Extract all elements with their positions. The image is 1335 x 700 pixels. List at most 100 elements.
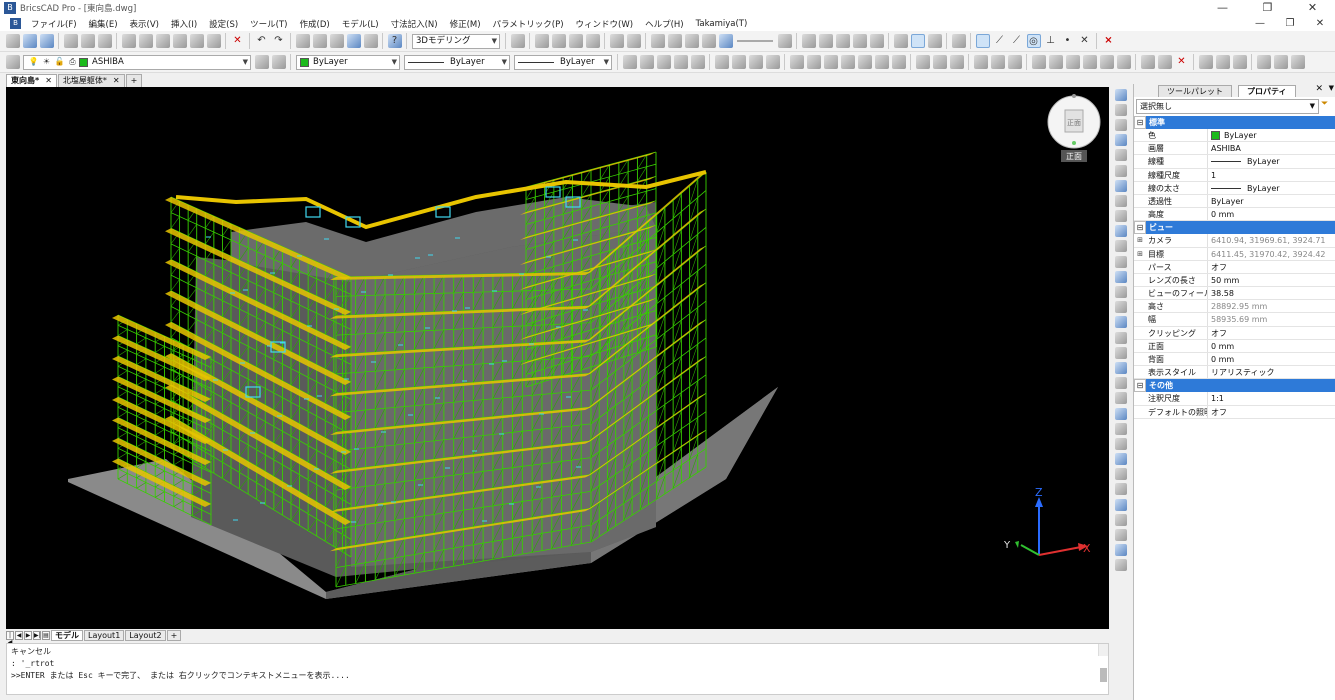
copy-icon[interactable]: [1114, 103, 1127, 116]
close-icon[interactable]: ✕: [1315, 84, 1323, 94]
wipeout-icon[interactable]: [1114, 453, 1127, 466]
copy-faces-icon[interactable]: [1157, 55, 1172, 69]
layer-manager-icon[interactable]: [5, 55, 20, 69]
menu-draw[interactable]: 作成(D): [294, 18, 336, 30]
new-icon[interactable]: [5, 34, 20, 48]
property-value[interactable]: オフ: [1208, 327, 1335, 339]
brush-icon[interactable]: [189, 34, 204, 48]
delete-icon[interactable]: ✕: [231, 34, 245, 48]
light-icon[interactable]: [893, 34, 908, 48]
pan-icon[interactable]: [609, 34, 624, 48]
fillet-icon[interactable]: [1065, 55, 1080, 69]
menu-dimension[interactable]: 寸法記入(N): [385, 18, 444, 30]
revcloud-icon[interactable]: [1114, 468, 1127, 481]
minimize-button[interactable]: —: [1200, 0, 1245, 16]
material-icon[interactable]: [927, 34, 942, 48]
cone-icon[interactable]: [656, 55, 671, 69]
close-icon[interactable]: ✕: [113, 75, 120, 87]
menu-window[interactable]: ウィンドウ(W): [570, 18, 640, 30]
boundary-icon[interactable]: [1114, 422, 1127, 435]
print-preview-icon[interactable]: [80, 34, 95, 48]
bim-icon[interactable]: [1256, 55, 1271, 69]
property-row[interactable]: デフォルトの照明 オフ: [1134, 405, 1335, 419]
entity-snap-icon[interactable]: [975, 34, 990, 48]
edit-polyline-icon[interactable]: [1114, 316, 1127, 329]
list-icon[interactable]: [1114, 544, 1127, 557]
slider-handle-icon[interactable]: [718, 34, 733, 48]
divide-icon[interactable]: [1114, 377, 1127, 390]
tab-tool-palette[interactable]: ツールパレット: [1158, 85, 1232, 97]
menu-settings[interactable]: 設定(S): [203, 18, 244, 30]
doc-restore-button[interactable]: ❐: [1275, 16, 1305, 31]
doc-tab[interactable]: 北塩屋躯体* ✕: [57, 74, 125, 87]
property-row[interactable]: 線の太さ ByLayer: [1134, 181, 1335, 195]
property-row[interactable]: 高さ 28892.95 mm: [1134, 300, 1335, 314]
move-icon[interactable]: [1114, 88, 1127, 101]
region-icon[interactable]: [1114, 437, 1127, 450]
property-row[interactable]: 高度 0 mm: [1134, 208, 1335, 222]
subtract-icon[interactable]: [806, 55, 821, 69]
rotate-icon[interactable]: [1114, 118, 1127, 131]
zoom-out-icon[interactable]: [585, 34, 600, 48]
close-button[interactable]: ✕: [1290, 0, 1335, 16]
property-row[interactable]: クリッピング オフ: [1134, 326, 1335, 340]
cylinder-icon[interactable]: [690, 55, 705, 69]
command-prompt[interactable]: >>ENTER または Esc キーで完了、 または 右クリックでコンテキストメ…: [11, 670, 1104, 682]
open-icon[interactable]: [22, 34, 37, 48]
snap-node-icon[interactable]: •: [1061, 34, 1075, 48]
expand-icon[interactable]: ⊞: [1134, 248, 1146, 260]
mirror-icon[interactable]: [1007, 55, 1022, 69]
property-row[interactable]: 注釈尺度 1:1: [1134, 392, 1335, 406]
paste-icon[interactable]: [155, 34, 170, 48]
shade-icon[interactable]: [818, 34, 833, 48]
scale-icon[interactable]: [1114, 134, 1127, 147]
save-icon[interactable]: [39, 34, 54, 48]
redo-icon[interactable]: ↷: [272, 34, 286, 48]
command-scrollbar[interactable]: [1098, 644, 1108, 682]
box-icon[interactable]: [622, 55, 637, 69]
first-tab-icon[interactable]: |◀: [6, 630, 14, 646]
selection-select[interactable]: 選択無し ▼: [1136, 99, 1319, 114]
snap-endpoint-icon[interactable]: ⟋: [993, 34, 1007, 48]
maximize-button[interactable]: ❐: [1245, 0, 1290, 16]
extrude-icon[interactable]: [891, 55, 906, 69]
extend-icon[interactable]: [1114, 225, 1127, 238]
property-value[interactable]: 28892.95 mm: [1208, 300, 1335, 312]
snap-intersection-icon[interactable]: ✕: [1078, 34, 1092, 48]
help-icon[interactable]: ?: [387, 34, 402, 48]
property-value[interactable]: リアリスティック: [1208, 366, 1335, 378]
classify-icon[interactable]: [1273, 55, 1288, 69]
delete-faces-icon[interactable]: ✕: [1175, 55, 1189, 69]
drawing-viewport[interactable]: 正面 正面 Z X Y: [6, 87, 1109, 629]
lineweight-select[interactable]: ByLayer ▼: [514, 54, 612, 70]
property-value[interactable]: 6410.94, 31969.61, 3924.71: [1208, 234, 1335, 246]
sphere-icon[interactable]: [714, 55, 729, 69]
tab-model[interactable]: モデル: [51, 629, 83, 641]
slice-icon[interactable]: [857, 55, 872, 69]
filter-icon[interactable]: ⏷: [1321, 99, 1332, 110]
linetype-select[interactable]: ByLayer ▼: [404, 54, 510, 70]
scroll-thumb[interactable]: [1100, 668, 1107, 682]
regen-icon[interactable]: [510, 34, 525, 48]
copy-icon[interactable]: [138, 34, 153, 48]
expand-icon[interactable]: ⊞: [1134, 234, 1146, 246]
render-icon[interactable]: [667, 34, 682, 48]
lengthen-icon[interactable]: [1114, 407, 1127, 420]
menu-parametric[interactable]: パラメトリック(P): [487, 18, 570, 30]
collapse-icon[interactable]: ⊟: [1134, 221, 1146, 235]
block-icon[interactable]: [206, 34, 221, 48]
property-section[interactable]: ⊟ その他: [1134, 379, 1335, 393]
drawing-explorer-icon[interactable]: [346, 34, 361, 48]
property-row[interactable]: 画層 ASHIBA: [1134, 142, 1335, 156]
align-icon[interactable]: [949, 55, 964, 69]
sheetmetal-icon[interactable]: [1215, 55, 1230, 69]
doc-tab-active[interactable]: 東向島* ✕: [6, 74, 57, 87]
property-value[interactable]: ByLayer: [1208, 155, 1335, 167]
offset-icon[interactable]: [1048, 55, 1063, 69]
edit-text-icon[interactable]: [1114, 331, 1127, 344]
table-icon[interactable]: [951, 34, 966, 48]
components-icon[interactable]: [1290, 55, 1305, 69]
layer-select[interactable]: 💡 ☀ 🔓 ⎙ ASHIBA ▼: [23, 54, 251, 70]
property-value[interactable]: 1: [1208, 169, 1335, 181]
dome-icon[interactable]: [748, 55, 763, 69]
